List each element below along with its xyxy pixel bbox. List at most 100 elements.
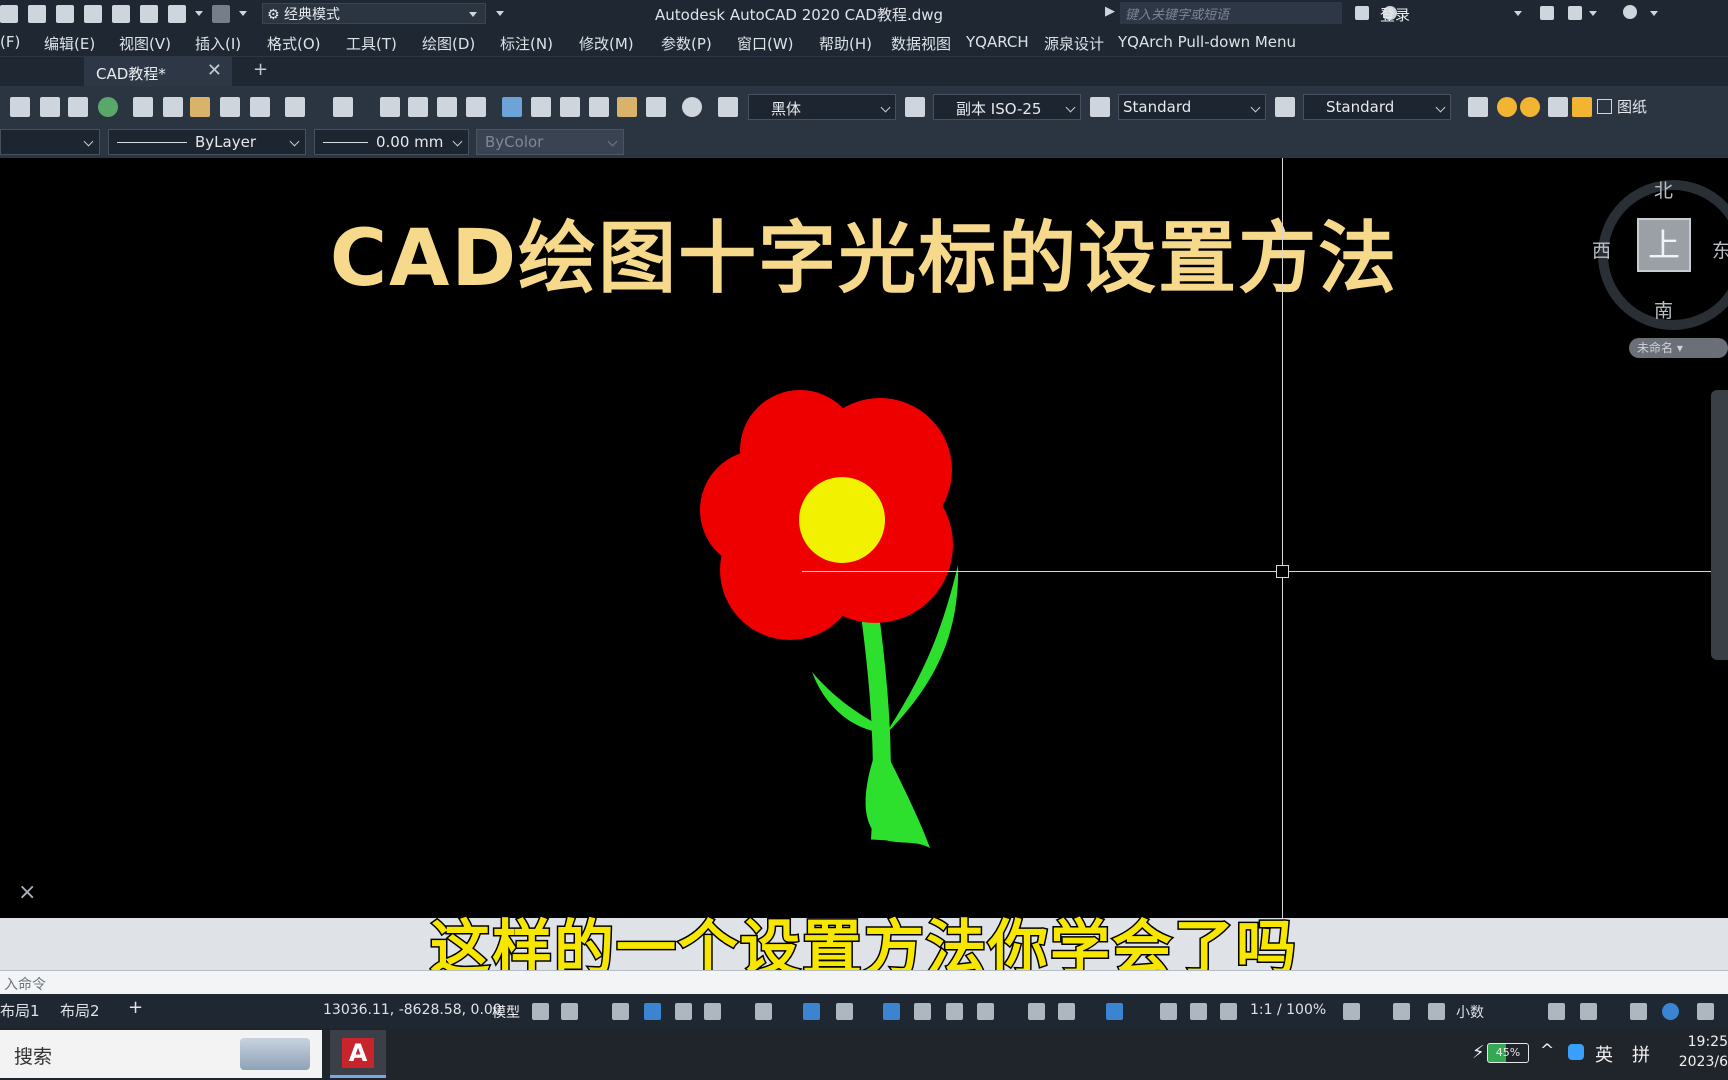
snap-icon[interactable] (561, 1003, 578, 1020)
help-dropdown-icon[interactable] (1650, 11, 1658, 16)
taskbar-autocad[interactable]: A (330, 1030, 386, 1078)
table-style-icon[interactable] (1090, 97, 1110, 117)
infer-constraints-icon[interactable] (612, 1003, 629, 1020)
lock-icon[interactable] (1572, 97, 1592, 117)
workspace-gear-icon[interactable] (1343, 1003, 1360, 1020)
add-layout-button[interactable]: + (128, 997, 143, 1018)
expand-arrow-icon[interactable]: ▶ (1105, 4, 1115, 19)
search-input[interactable]: 键入关键字或短语 (1120, 2, 1342, 24)
isodraft-icon[interactable] (755, 1003, 772, 1020)
match-properties-icon[interactable] (220, 97, 240, 117)
menu-file[interactable]: (F) (0, 33, 20, 51)
clean-screen-icon[interactable] (1697, 1003, 1714, 1020)
redo-icon[interactable] (212, 4, 230, 23)
open-icon[interactable] (0, 4, 18, 23)
light-bulb-icon[interactable] (1497, 97, 1517, 117)
annotation-visibility-icon[interactable] (1160, 1003, 1177, 1020)
menu-data-view[interactable]: 数据视图 (891, 33, 951, 54)
zoom-realtime-icon[interactable] (408, 97, 428, 117)
selection-cycling-icon[interactable] (946, 1003, 963, 1020)
3d-dwf-icon[interactable] (98, 97, 118, 117)
ime-language[interactable]: 英 (1595, 1041, 1613, 1067)
calculator-icon[interactable] (646, 97, 666, 117)
login-dropdown-icon[interactable] (1514, 11, 1522, 16)
help-icon[interactable] (1623, 5, 1637, 19)
selection-filter-icon[interactable] (1058, 1003, 1075, 1020)
3d-osnap-icon[interactable] (977, 1003, 994, 1020)
zoom-window-icon[interactable] (437, 97, 457, 117)
menu-insert[interactable]: 插入(I) (195, 33, 241, 54)
plot-preview-icon[interactable] (40, 97, 60, 117)
a360-icon[interactable] (1568, 6, 1582, 20)
cart-icon[interactable] (1540, 6, 1554, 20)
zoom-previous-icon[interactable] (466, 97, 486, 117)
undo-dropdown-icon[interactable] (195, 11, 203, 16)
annotation-scale-readout[interactable]: 1:1 / 100% (1250, 1002, 1326, 1018)
publish-icon[interactable] (84, 4, 102, 23)
tab-layout2[interactable]: 布局2 (60, 1000, 100, 1021)
export-icon[interactable] (112, 4, 130, 23)
sheet-set-icon[interactable] (589, 97, 609, 117)
plot-icon[interactable] (10, 97, 30, 117)
close-icon[interactable]: ✕ (207, 60, 222, 81)
layer-properties-icon[interactable] (1468, 97, 1488, 117)
gizmo-icon[interactable] (1106, 1003, 1123, 1020)
table-style-select[interactable]: Standard (1118, 94, 1266, 120)
block-editor-icon[interactable] (250, 97, 270, 117)
menu-help[interactable]: 帮助(H) (819, 33, 872, 54)
isolate-objects-icon[interactable] (1630, 1003, 1647, 1020)
menu-draw[interactable]: 绘图(D) (422, 33, 475, 54)
dynamic-input-icon[interactable] (644, 1003, 661, 1020)
units-icon[interactable] (1428, 1003, 1445, 1020)
system-clock[interactable]: 19:25 2023/6 (1672, 1032, 1728, 1072)
menu-yqarch[interactable]: YQARCH (966, 33, 1029, 51)
redo-icon[interactable] (333, 97, 353, 117)
properties-icon[interactable] (502, 97, 522, 117)
menu-yuanquan[interactable]: 源泉设计 (1044, 33, 1104, 54)
customize-qat-icon[interactable] (496, 11, 504, 16)
annotation-monitor-icon[interactable] (1393, 1003, 1410, 1020)
viewcube-top-face[interactable]: 上 (1637, 218, 1691, 272)
lock-ui-icon[interactable] (1580, 1003, 1597, 1020)
coordinates-readout[interactable]: 13036.11, -8628.58, 0.00 (323, 1002, 502, 1018)
menu-parametric[interactable]: 参数(P) (661, 33, 712, 54)
text-style-select[interactable]: 黑体 (748, 94, 896, 120)
compass-north[interactable]: 北 (1654, 176, 1673, 203)
dynamic-ucs-icon[interactable] (1028, 1003, 1045, 1020)
multileader-style-icon[interactable] (1275, 97, 1295, 117)
save-as-icon[interactable] (56, 4, 74, 23)
sun-icon[interactable] (1520, 97, 1540, 117)
ime-mode[interactable]: 拼 (1632, 1041, 1650, 1067)
grid-icon[interactable] (532, 1003, 549, 1020)
object-snap-tracking-icon[interactable] (803, 1003, 820, 1020)
publish-icon[interactable] (68, 97, 88, 117)
plot-icon[interactable] (140, 4, 158, 23)
pan-icon[interactable] (380, 97, 400, 117)
menu-tools[interactable]: 工具(T) (346, 33, 397, 54)
auto-scale-icon[interactable] (1190, 1003, 1207, 1020)
redo-dropdown-icon[interactable] (239, 11, 247, 16)
tray-expand-icon[interactable]: ^ (1540, 1041, 1554, 1061)
tab-layout1[interactable]: 布局1 (0, 1000, 40, 1021)
new-tab-button[interactable]: + (253, 59, 268, 80)
menu-yqarch-pulldown[interactable]: YQArch Pull-down Menu (1118, 33, 1296, 51)
dimension-style-select[interactable]: 副本 ISO-25 (933, 94, 1081, 120)
lineweight-select[interactable]: 0.00 mm (314, 129, 469, 155)
cut-icon[interactable] (133, 97, 153, 117)
ortho-icon[interactable] (675, 1003, 692, 1020)
color-select[interactable] (0, 129, 100, 155)
lineweight-icon[interactable] (883, 1003, 900, 1020)
compass-east[interactable]: 东 (1712, 236, 1728, 263)
hardware-acceleration-icon[interactable] (1662, 1003, 1679, 1020)
undo-icon[interactable] (285, 97, 305, 117)
app-tray-icon[interactable] (1568, 1044, 1584, 1060)
quick-properties-icon[interactable] (1548, 1003, 1565, 1020)
freeze-viewport-icon[interactable] (1548, 97, 1568, 117)
object-snap-icon[interactable] (836, 1003, 853, 1020)
undo-icon[interactable] (168, 4, 186, 23)
menu-format[interactable]: 格式(O) (267, 33, 321, 54)
annotation-scale-icon[interactable] (1220, 1003, 1237, 1020)
save-icon[interactable] (28, 4, 46, 23)
model-space-button[interactable]: 模型 (492, 1002, 520, 1022)
binoculars-icon[interactable] (1355, 6, 1369, 20)
